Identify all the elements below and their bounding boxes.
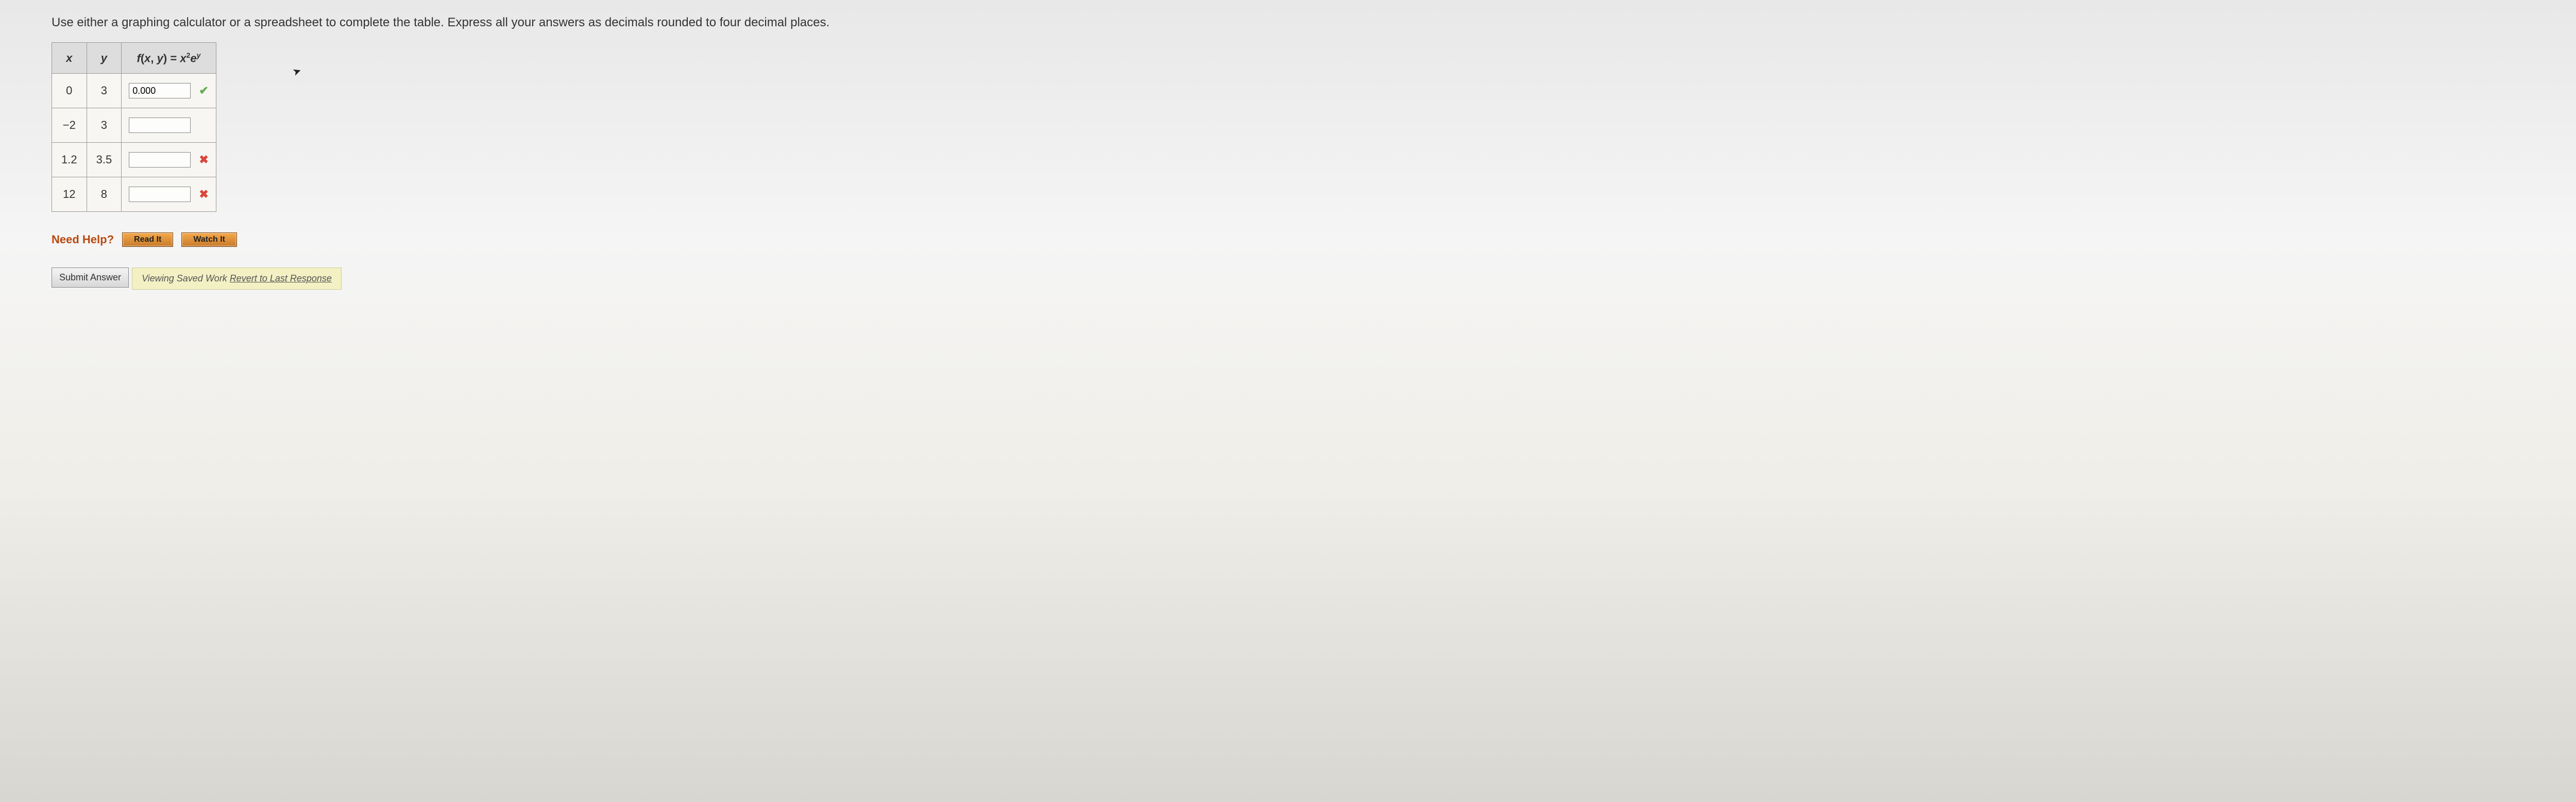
col-header-fn: f(x, y) = x2ey (122, 43, 216, 74)
fn-y: y (157, 52, 163, 64)
watch-it-button[interactable]: Watch It (181, 232, 237, 247)
table-row: 0 3 ✔ (52, 74, 216, 108)
cell-x: 0 (52, 74, 87, 108)
instruction-text: Use either a graphing calculator or a sp… (52, 15, 2524, 30)
table-row: 12 8 ✖ (52, 177, 216, 212)
need-help-label: Need Help? (52, 233, 114, 246)
answer-input-1[interactable] (129, 118, 191, 133)
function-table: x y f(x, y) = x2ey 0 3 ✔ −2 3 (52, 42, 216, 212)
cell-answer (122, 108, 216, 143)
cell-x: 12 (52, 177, 87, 212)
cross-icon: ✖ (199, 188, 208, 201)
cross-icon: ✖ (199, 153, 208, 166)
fn-f: f (137, 52, 141, 64)
col-header-x: x (52, 43, 87, 74)
submit-answer-button[interactable]: Submit Answer (52, 268, 129, 288)
cell-x: 1.2 (52, 143, 87, 177)
check-icon: ✔ (199, 84, 208, 97)
answer-input-2[interactable] (129, 152, 191, 168)
table-row: 1.2 3.5 ✖ (52, 143, 216, 177)
cell-y: 3 (87, 108, 122, 143)
cell-y: 3 (87, 74, 122, 108)
cell-y: 8 (87, 177, 122, 212)
help-row: Need Help? Read It Watch It (52, 232, 2524, 247)
table-row: −2 3 (52, 108, 216, 143)
revert-link[interactable]: Revert to Last Response (230, 273, 332, 283)
answer-input-0[interactable] (129, 83, 191, 98)
fn-e: e (190, 52, 196, 64)
fn-x2: x (180, 52, 186, 64)
col-header-y: y (87, 43, 122, 74)
saved-work-text: Viewing Saved Work (142, 273, 230, 283)
cell-x: −2 (52, 108, 87, 143)
cell-answer: ✔ (122, 74, 216, 108)
saved-work-bar: Viewing Saved Work Revert to Last Respon… (132, 268, 342, 290)
fn-comma: , (150, 52, 157, 64)
cell-answer: ✖ (122, 143, 216, 177)
fn-x: x (144, 52, 150, 64)
read-it-button[interactable]: Read It (122, 232, 173, 247)
answer-input-3[interactable] (129, 187, 191, 202)
fn-expy: y (197, 51, 201, 59)
fn-close: ) = (163, 52, 180, 64)
cell-y: 3.5 (87, 143, 122, 177)
cell-answer: ✖ (122, 177, 216, 212)
